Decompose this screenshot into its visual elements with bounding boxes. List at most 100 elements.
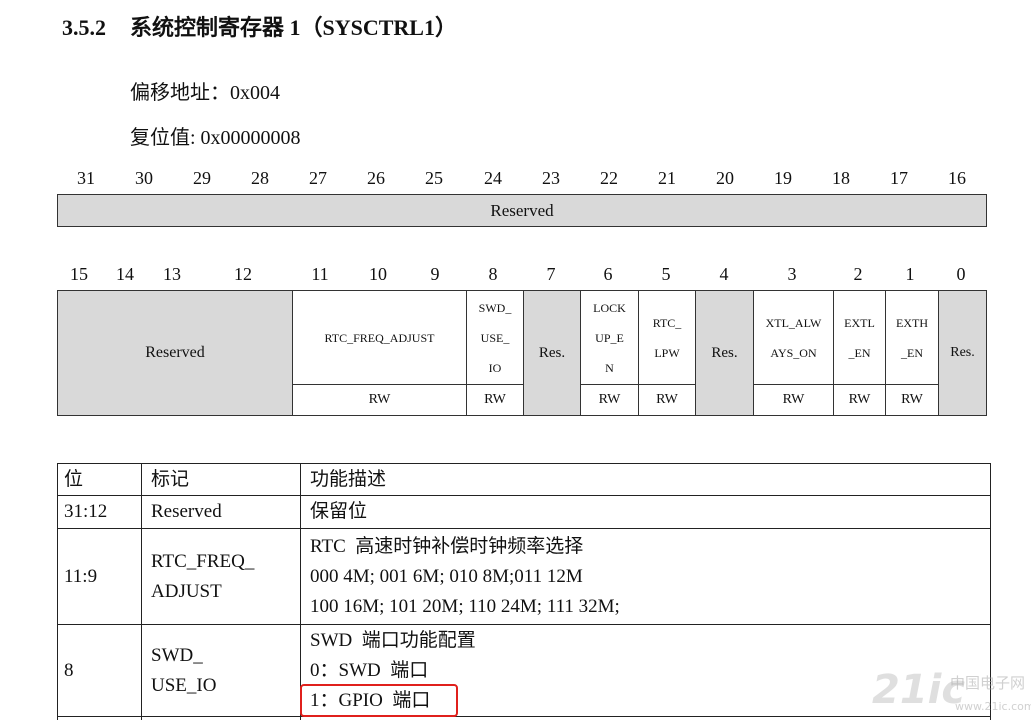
bit-number: 29 bbox=[193, 168, 211, 188]
cell-description: RTC 高速时钟补偿时钟频率选择 000 4M; 001 6M; 010 8M;… bbox=[301, 529, 991, 625]
field-reserved-31-16: Reserved bbox=[57, 194, 987, 227]
field-lockup-en: LOCK UP_E N bbox=[580, 290, 639, 385]
access-label: RW bbox=[901, 392, 923, 407]
bit-number: 16 bbox=[948, 168, 966, 188]
bit-number: 14 bbox=[116, 264, 134, 284]
cell-bits: 11:9 bbox=[58, 529, 142, 625]
access-xtl-always-on: RW bbox=[753, 384, 834, 416]
field-reserved-bit-7: Res. bbox=[523, 290, 581, 416]
bit-number: 26 bbox=[367, 168, 385, 188]
cell-text: SWD_ bbox=[151, 644, 203, 666]
field-extl-en: EXTL _EN bbox=[833, 290, 886, 385]
bit-number: 30 bbox=[135, 168, 153, 188]
bit-number: 8 bbox=[488, 264, 498, 284]
bit-number: 13 bbox=[163, 264, 181, 284]
cell-name: SWD_ USE_IO bbox=[142, 625, 301, 717]
cell-text: Reserved bbox=[151, 501, 222, 522]
field-label: RTC_ bbox=[652, 315, 682, 330]
cell-text: RTC_FREQ_ bbox=[151, 550, 255, 572]
highlight-box bbox=[300, 684, 458, 717]
field-reserved-15-12: Reserved bbox=[57, 290, 293, 416]
cell-name: RTC_FREQ_ ADJUST bbox=[142, 529, 301, 625]
field-label: IO bbox=[488, 360, 502, 375]
bit-number: 24 bbox=[484, 168, 502, 188]
field-swd-use-io: SWD_ USE_ IO bbox=[466, 290, 524, 385]
header-label: 标记 bbox=[151, 468, 190, 490]
table-header-description: 功能描述 bbox=[301, 464, 991, 496]
section-number: 3.5.2 bbox=[62, 15, 106, 40]
cell-text: ADJUST bbox=[151, 580, 222, 602]
bit-number: 12 bbox=[234, 264, 252, 284]
cell-text: RTC 高速时钟补偿时钟频率选择 bbox=[310, 535, 584, 557]
field-label: _EN bbox=[848, 345, 871, 360]
field-exth-en: EXTH _EN bbox=[885, 290, 939, 385]
section-title: 3.5.2 系统控制寄存器 1（SYSCTRL1） bbox=[62, 13, 457, 43]
field-label: LOCK bbox=[593, 300, 626, 315]
bit-number: 22 bbox=[600, 168, 618, 188]
bit-number: 15 bbox=[70, 264, 88, 284]
field-label: Reserved bbox=[145, 344, 205, 361]
field-label: Res. bbox=[538, 345, 566, 361]
field-label: LPW bbox=[654, 345, 680, 360]
bit-number: 31 bbox=[77, 168, 95, 188]
field-label: SWD_ bbox=[478, 300, 512, 315]
field-label: EXTH bbox=[896, 315, 928, 330]
bit-number: 4 bbox=[719, 264, 729, 284]
field-label: _EN bbox=[901, 345, 923, 360]
access-rtc-freq-adjust: RW bbox=[292, 384, 467, 416]
bit-number: 10 bbox=[369, 264, 387, 284]
watermark-name: 中国电子网 bbox=[950, 674, 1026, 692]
field-reserved-bit-4: Res. bbox=[695, 290, 754, 416]
field-label: EXTL bbox=[844, 315, 875, 330]
bit-number: 0 bbox=[956, 264, 966, 284]
bit-number: 7 bbox=[546, 264, 556, 284]
watermark-url: www.21ic.com bbox=[955, 700, 1031, 713]
access-label: RW bbox=[484, 392, 506, 407]
cell-description: 保留位 bbox=[301, 496, 991, 529]
access-label: RW bbox=[598, 392, 621, 407]
field-label: UP_E bbox=[595, 330, 624, 345]
reset-value: 复位值: 0x00000008 bbox=[130, 127, 301, 149]
access-label: RW bbox=[848, 392, 871, 407]
table-header-name: 标记 bbox=[142, 464, 301, 496]
field-rtc-lpw: RTC_ LPW bbox=[638, 290, 696, 385]
bit-number: 19 bbox=[774, 168, 792, 188]
bit-number: 3 bbox=[787, 264, 797, 284]
bit-number: 27 bbox=[309, 168, 327, 188]
bit-number: 25 bbox=[425, 168, 443, 188]
header-label: 位 bbox=[64, 468, 84, 490]
access-label: RW bbox=[656, 392, 678, 407]
bit-number: 28 bbox=[251, 168, 269, 188]
field-label: XTL_ALW bbox=[765, 315, 822, 330]
bit-number: 20 bbox=[716, 168, 734, 188]
bit-description-table: 位 标记 功能描述 31:12 Reserved 保留位 11:9 RTC_FR… bbox=[57, 463, 991, 717]
access-exth-en: RW bbox=[885, 384, 939, 416]
bit-number: 6 bbox=[603, 264, 613, 284]
header-label: 功能描述 bbox=[310, 468, 387, 490]
field-label: USE_ bbox=[480, 330, 510, 345]
table-header-bit: 位 bbox=[58, 464, 142, 496]
cell-text: 8 bbox=[64, 659, 74, 681]
bit-number: 9 bbox=[430, 264, 440, 284]
access-label: RW bbox=[368, 392, 391, 407]
access-rtc-lpw: RW bbox=[638, 384, 696, 416]
cell-text: 保留位 bbox=[310, 501, 368, 522]
field-rtc-freq-adjust: RTC_FREQ_ADJUST bbox=[292, 290, 467, 385]
access-label: RW bbox=[782, 392, 805, 407]
access-swd-use-io: RW bbox=[466, 384, 524, 416]
cell-text: 31:12 bbox=[64, 501, 108, 522]
field-label: RTC_FREQ_ADJUST bbox=[324, 330, 435, 345]
field-label: AYS_ON bbox=[770, 345, 817, 360]
cell-text: 11:9 bbox=[64, 565, 98, 587]
cell-text: 000 4M; 001 6M; 010 8M;011 12M bbox=[310, 565, 583, 587]
field-label: N bbox=[605, 360, 614, 375]
field-label: Res. bbox=[950, 345, 975, 360]
bit-number: 23 bbox=[542, 168, 560, 188]
bit-number: 18 bbox=[832, 168, 850, 188]
access-extl-en: RW bbox=[833, 384, 886, 416]
field-xtl-always-on: XTL_ALW AYS_ON bbox=[753, 290, 834, 385]
cell-text: USE_IO bbox=[151, 674, 217, 696]
bit-number: 1 bbox=[905, 264, 915, 284]
bit-number: 17 bbox=[890, 168, 908, 188]
cell-text: SWD 端口功能配置 bbox=[310, 629, 476, 651]
